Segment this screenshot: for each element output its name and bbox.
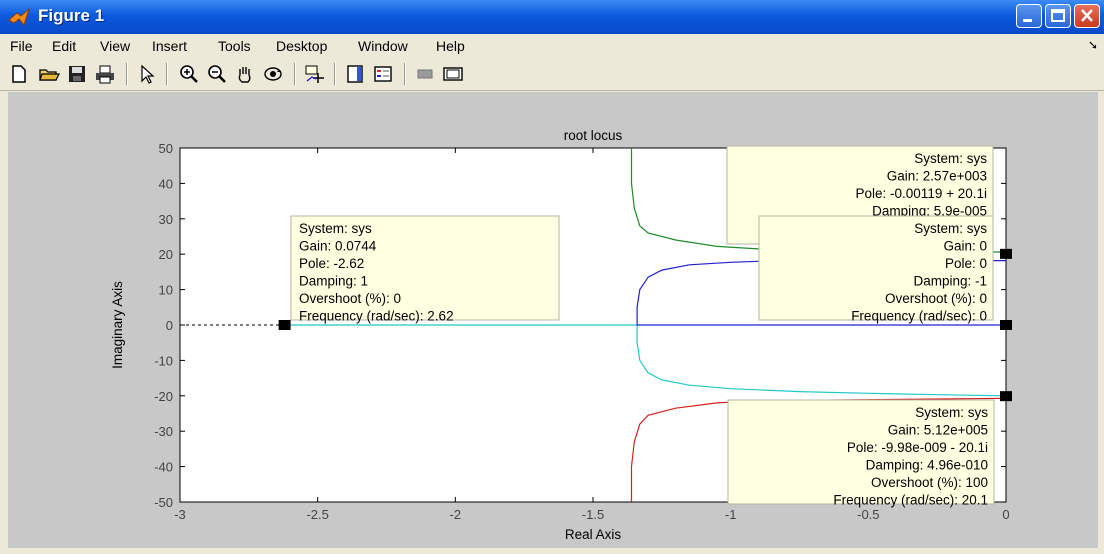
datatip-line: Frequency (rad/sec): 2.62 [299, 309, 454, 324]
datatip-line: System: sys [299, 221, 372, 236]
datatip-line: Gain: 0 [943, 239, 987, 254]
datatip-line: System: sys [914, 221, 987, 236]
datatip-line: Pole: -0.00119 + 20.1i [856, 186, 987, 201]
datatip-line: Gain: 2.57e+003 [887, 169, 987, 184]
x-tick-label: -3 [174, 507, 186, 522]
y-tick-label: 50 [159, 141, 173, 156]
datatip-line: Pole: -2.62 [299, 256, 364, 271]
y-tick-label: 10 [159, 283, 173, 298]
datatip-line: Overshoot (%): 100 [871, 475, 988, 490]
x-tick-label: -1 [725, 507, 737, 522]
y-tick-label: 20 [159, 247, 173, 262]
figure-window: Figure 1 File Edit View Insert Tools Des… [0, 0, 1104, 554]
datatip-line: Frequency (rad/sec): 0 [851, 309, 987, 324]
y-axis-label: Imaginary Axis [110, 281, 125, 369]
y-tick-label: 0 [166, 318, 173, 333]
datatip-tip-b[interactable]: System: sys Gain: 0.0744 Pole: -2.62 Dampin… [290, 215, 560, 324]
datatip-line: Damping: 1 [299, 274, 368, 289]
x-tick-label: -2.5 [306, 507, 328, 522]
x-tick-label: 0 [1002, 507, 1009, 522]
datatip-line: Pole: -9.98e-009 - 20.1i [847, 440, 988, 455]
datatip-tip-d[interactable]: System: sys Gain: 5.12e+005 Pole: -9.98e-0… [727, 399, 995, 508]
datatip-marker[interactable] [278, 320, 291, 330]
y-tick-label: -20 [154, 389, 173, 404]
datatip-line: Pole: 0 [945, 256, 987, 271]
datatip-marker[interactable] [1000, 248, 1012, 259]
datatip-line: Frequency (rad/sec): 20.1 [833, 493, 988, 508]
root-locus-plot[interactable]: -3 -2.5 -2 -1.5 -1 -0.5 0 50 40 30 20 10 0 -10 -20 -30 -… [0, 0, 1104, 554]
datatip-marker[interactable] [1000, 320, 1012, 330]
datatip-line: Overshoot (%): 0 [299, 291, 401, 306]
datatip-line: System: sys [914, 151, 987, 166]
datatip-line: Gain: 5.12e+005 [888, 423, 988, 438]
x-tick-label: -0.5 [857, 507, 879, 522]
y-tick-label: -50 [154, 495, 173, 510]
y-tick-label: -10 [154, 353, 173, 368]
datatip-line: System: sys [915, 405, 988, 420]
datatip-marker[interactable] [1000, 391, 1012, 402]
y-tick-label: 30 [159, 212, 173, 227]
datatip-line: Gain: 0.0744 [299, 239, 377, 254]
x-axis-label: Real Axis [565, 527, 622, 542]
chart-title: root locus [564, 128, 623, 143]
datatip-line: Damping: 4.96e-010 [866, 458, 988, 473]
datatip-line: Overshoot (%): 0 [885, 291, 987, 306]
y-tick-label: 40 [159, 176, 173, 191]
datatip-line: Damping: -1 [913, 274, 987, 289]
datatip-tip-c[interactable]: System: sys Gain: 0 Pole: 0 Damping: -1 Over… [758, 215, 994, 324]
y-tick-label: -30 [154, 424, 173, 439]
x-tick-label: -2 [450, 507, 462, 522]
y-tick-label: -40 [154, 460, 173, 475]
x-tick-label: -1.5 [582, 507, 604, 522]
